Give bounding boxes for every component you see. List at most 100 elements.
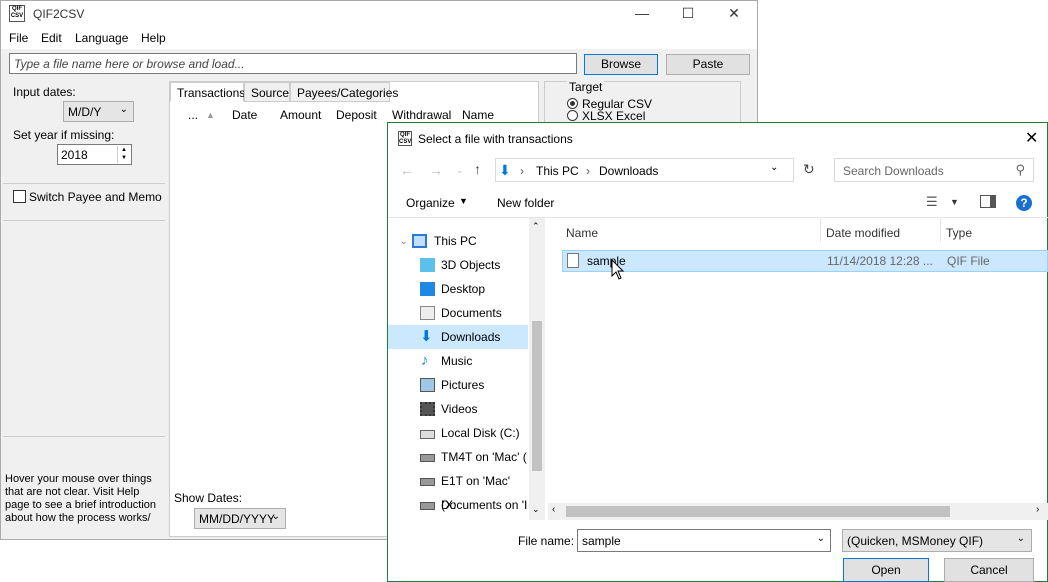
nav-downloads[interactable]: ⬇ Downloads	[388, 325, 528, 349]
network-drive-icon	[420, 454, 435, 462]
computer-icon	[412, 234, 427, 248]
chevron-down-icon[interactable]: ⌄	[817, 533, 825, 544]
recent-dropdown-icon[interactable]: ⌄	[456, 165, 464, 176]
refresh-icon[interactable]: ↻	[803, 161, 815, 178]
nav-documents[interactable]: Documents	[388, 301, 528, 325]
filetype-value: (Quicken, MSMoney QIF)	[847, 534, 984, 548]
cursor-icon	[611, 259, 625, 280]
col-amount[interactable]: Amount	[280, 108, 321, 122]
breadcrumb-this-pc[interactable]: This PC	[536, 164, 579, 178]
col-deposit[interactable]: Deposit	[336, 108, 377, 122]
help-icon[interactable]: ?	[1016, 195, 1032, 211]
new-folder-button[interactable]: New folder	[497, 196, 554, 210]
radio-xlsx[interactable]	[567, 110, 578, 121]
show-dates-select[interactable]: MM/DD/YYYY ⌄	[194, 508, 286, 529]
nav-label: Documents	[441, 306, 502, 320]
maximize-icon[interactable]: ☐	[665, 1, 711, 27]
file-icon	[567, 253, 579, 268]
nav-label: Pictures	[441, 378, 485, 392]
scroll-thumb[interactable]	[532, 321, 542, 471]
expand-icon[interactable]: ⌄	[400, 229, 408, 253]
col-type-header[interactable]: Type	[946, 226, 972, 240]
input-dates-select[interactable]: M/D/Y ⌄	[63, 101, 134, 122]
nav-scrollbar[interactable]: ⌃ ⌄	[529, 218, 545, 520]
menu-edit[interactable]: Edit	[41, 31, 62, 45]
nav-videos[interactable]: Videos	[388, 397, 528, 421]
scroll-thumb[interactable]	[566, 506, 950, 517]
cancel-button[interactable]: Cancel	[944, 558, 1034, 582]
address-bar[interactable]: ⬇ › This PC › Downloads ⌄	[495, 158, 794, 182]
col-more[interactable]: ...	[188, 108, 198, 122]
list-scrollbar[interactable]: ‹ ›	[548, 503, 1048, 520]
browse-button[interactable]: Browse	[584, 54, 658, 75]
film-icon	[420, 402, 435, 416]
col-date-header[interactable]: Date modified	[826, 226, 900, 240]
sort-up-icon: ▲	[206, 110, 215, 120]
search-input[interactable]: Search Downloads ⚲	[834, 158, 1034, 182]
chevron-down-icon[interactable]: ▼	[950, 197, 959, 207]
chevron-down-icon[interactable]: ⌄	[770, 162, 778, 173]
radio-xlsx-label: XLSX Excel	[582, 109, 646, 123]
nav-this-pc[interactable]: ⌄ This PC	[388, 229, 528, 253]
show-dates-label: Show Dates:	[174, 491, 243, 505]
minimize-icon[interactable]: —	[619, 1, 665, 27]
filetype-select[interactable]: (Quicken, MSMoney QIF) ⌄	[842, 529, 1032, 552]
nav-3d-objects[interactable]: 3D Objects	[388, 253, 528, 277]
nav-local-disk[interactable]: Local Disk (C:)	[388, 421, 528, 445]
app-icon: QIF CSV	[9, 5, 25, 22]
filename-value: sample	[582, 534, 621, 548]
scroll-down-icon[interactable]: ⌄	[532, 504, 540, 515]
nav-e1t[interactable]: E1T on 'Mac' (X:	[388, 469, 528, 512]
filename-input[interactable]: Type a file name here or browse and load…	[9, 53, 577, 74]
switch-payee-checkbox[interactable]	[13, 190, 26, 203]
nav-pictures[interactable]: Pictures	[388, 373, 528, 397]
filename-field[interactable]: sample ⌄	[577, 529, 831, 552]
nav-label: Desktop	[441, 282, 486, 296]
paste-button[interactable]: Paste	[666, 54, 750, 75]
preview-pane-icon[interactable]	[980, 195, 996, 208]
tab-payees[interactable]: Payees/Categories	[290, 82, 398, 102]
input-dates-value: M/D/Y	[68, 105, 102, 119]
file-dialog: QIF CSV Select a file with transactions …	[387, 122, 1048, 582]
menu-help[interactable]: Help	[141, 31, 166, 45]
scroll-right-icon[interactable]: ›	[1036, 504, 1039, 515]
tab-source[interactable]: Source	[244, 82, 290, 102]
breadcrumb-sep-icon: ›	[586, 164, 590, 178]
nav-label: Local Disk (C:)	[441, 426, 520, 440]
nav-tm4t[interactable]: TM4T on 'Mac' (	[388, 445, 528, 469]
year-value: 2018	[61, 148, 88, 162]
year-input[interactable]: 2018 ▲ ▼	[57, 144, 132, 165]
nav-documents-network[interactable]: Documents on 'I	[388, 493, 528, 517]
up-icon[interactable]: ↑	[474, 161, 481, 177]
col-date[interactable]: Date	[232, 108, 257, 122]
menu-language[interactable]: Language	[75, 31, 128, 45]
nav-music[interactable]: ♪ Music	[388, 349, 528, 373]
view-options-icon[interactable]: ☰	[926, 194, 938, 210]
close-icon[interactable]: ✕	[711, 1, 757, 27]
file-row-sample[interactable]: sample 11/14/2018 12:28 ... QIF File	[562, 250, 1048, 272]
filename-label: File name:	[518, 534, 575, 548]
scroll-left-icon[interactable]: ‹	[552, 504, 555, 515]
navigation-pane: ⌄ This PC 3D Objects Desktop Documents ⬇…	[388, 218, 546, 520]
organize-button[interactable]: Organize	[406, 196, 455, 210]
breadcrumb-downloads[interactable]: Downloads	[599, 164, 658, 178]
menu-file[interactable]: File	[9, 31, 28, 45]
open-button[interactable]: Open	[843, 558, 929, 582]
tab-transactions[interactable]: Transactions	[170, 82, 245, 102]
nav-desktop[interactable]: Desktop	[388, 277, 528, 301]
dialog-icon: QIF CSV	[398, 131, 412, 146]
forward-icon[interactable]: →	[429, 162, 443, 178]
year-spinner[interactable]: ▲ ▼	[117, 146, 130, 163]
nav-label: 3D Objects	[441, 258, 501, 272]
scroll-up-icon[interactable]: ⌃	[532, 221, 540, 232]
back-icon[interactable]: ←	[400, 162, 414, 178]
help-hint: Hover your mouse over things that are no…	[5, 473, 157, 524]
radio-regular-csv[interactable]	[567, 98, 578, 109]
nav-label: Music	[441, 354, 473, 368]
input-dates-label: Input dates:	[13, 85, 76, 99]
col-name-header[interactable]: Name	[566, 226, 598, 240]
download-icon: ⬇	[499, 162, 511, 178]
title-bar: QIF CSV QIF2CSV — ☐ ✕	[1, 1, 757, 27]
close-icon[interactable]: ✕	[1025, 128, 1038, 148]
col-withdrawal[interactable]: Withdrawal	[392, 108, 451, 122]
